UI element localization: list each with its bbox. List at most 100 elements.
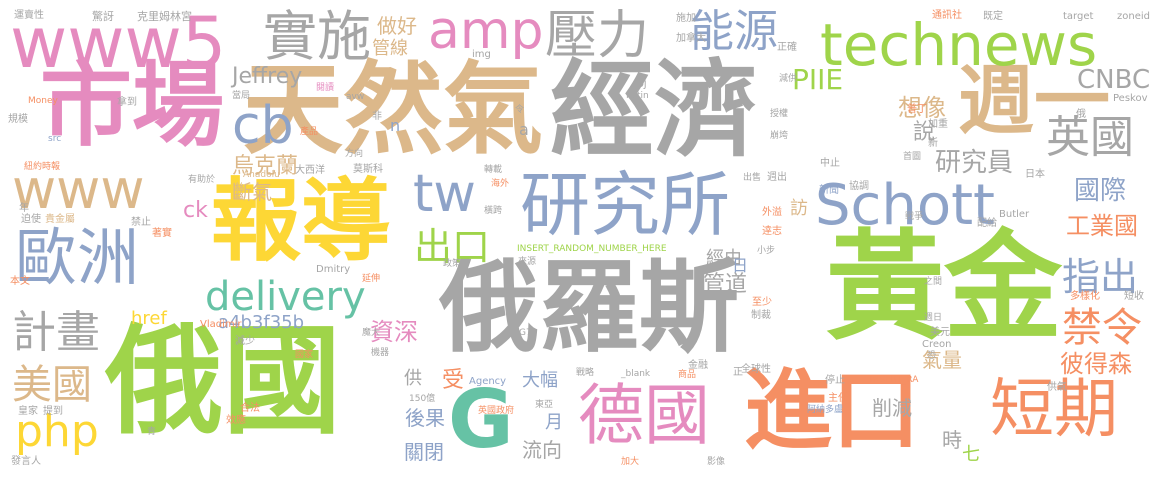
cloud-word: 削減 — [872, 396, 912, 420]
cloud-word: 減供 — [779, 74, 798, 84]
cloud-word: 恐 — [927, 351, 937, 361]
cloud-word: 加拿大 — [676, 33, 706, 44]
cloud-word: 外溢 — [762, 207, 782, 218]
cloud-word: 延伸 — [362, 274, 381, 284]
cloud-word: 研究所 — [520, 164, 730, 246]
cloud-word: 管線 — [372, 38, 408, 59]
cloud-word: 計畫 — [12, 307, 100, 358]
cloud-word: avw — [346, 92, 365, 102]
cloud-word: 研究員 — [935, 148, 1014, 178]
cloud-word: Creon — [922, 339, 952, 350]
cloud-word: 供氣 — [1047, 382, 1067, 393]
cloud-word: INSERT_RA — [870, 375, 919, 385]
cloud-word: 禁止 — [131, 217, 151, 228]
cloud-word: 制裁 — [751, 310, 771, 321]
cloud-word: 彼得森 — [1060, 350, 1132, 378]
cloud-word: 新聞 — [819, 185, 839, 196]
cloud-word: 東亞 — [535, 400, 554, 410]
cloud-word: 短收 — [1124, 291, 1144, 302]
cloud-word: a — [519, 120, 529, 139]
cloud-word: 至少 — [752, 297, 772, 308]
cloud-word: 能源 — [690, 6, 778, 57]
cloud-word: 逹志 — [762, 226, 782, 237]
cloud-word: tw — [413, 164, 476, 224]
cloud-word: 政策 — [443, 259, 462, 269]
cloud-word: PIIE — [792, 63, 844, 96]
cloud-word: 發言人 — [11, 456, 41, 467]
cloud-word: 主任 — [828, 393, 848, 404]
cloud-word: 驚訝 — [92, 10, 114, 23]
cloud-word: 皇家 — [18, 406, 38, 417]
cloud-word: 日 — [732, 256, 749, 275]
cloud-word: technews — [820, 11, 1098, 79]
cloud-word: 魔大 — [362, 328, 381, 338]
cloud-word: Jeffrey — [232, 64, 303, 89]
cloud-word: 英國 — [1046, 112, 1134, 163]
cloud-word: 管道 — [703, 272, 748, 297]
cloud-word: 供 — [404, 368, 422, 389]
cloud-word: 加大 — [621, 457, 640, 467]
cloud-word: 效應 — [226, 415, 246, 426]
cloud-word: 週出 — [767, 172, 787, 183]
cloud-word: DJ — [637, 80, 647, 90]
cloud-word: 七 — [962, 444, 980, 465]
cloud-word: Agency — [469, 376, 507, 387]
cloud-word: 時 — [942, 428, 962, 452]
cloud-word: 受 — [442, 368, 465, 393]
cloud-word: 當局 — [232, 91, 251, 101]
cloud-word: 美元 — [930, 327, 950, 338]
cloud-word: 做好 — [377, 14, 417, 38]
cloud-word: 本文 — [10, 276, 30, 287]
cloud-word: 訪 — [790, 198, 808, 219]
cloud-word: Dmitry — [316, 264, 351, 275]
cloud-word: 戰爭 — [905, 212, 924, 222]
cloud-word: 貴金屬 — [45, 214, 75, 225]
cloud-word: zoneid — [1117, 11, 1150, 22]
cloud-word: 禁令 — [1062, 305, 1142, 351]
cloud-word: 迫使 — [21, 214, 41, 225]
cloud-word: 閱讀 — [316, 83, 335, 93]
cloud-word: 大幅 — [522, 370, 558, 391]
cloud-word: CNBC — [1077, 65, 1151, 95]
cloud-word: 通訊社 — [932, 10, 962, 21]
cloud-word: 大西洋 — [295, 165, 325, 176]
cloud-word: 國家 — [295, 350, 314, 360]
cloud-word: 工業國 — [1066, 212, 1138, 240]
cloud-word: 產品 — [300, 127, 319, 137]
cloud-word: 150億 — [409, 394, 436, 404]
cloud-word: 合法 — [240, 403, 260, 414]
cloud-word: 著實 — [152, 228, 172, 239]
cloud-word: 影像 — [707, 457, 726, 467]
cloud-word: 戰略 — [576, 368, 595, 378]
cloud-word: href — [131, 308, 167, 329]
cloud-word: ck — [183, 198, 208, 223]
cloud-word: Schott — [815, 173, 996, 238]
cloud-word: 全球性 — [741, 364, 771, 375]
cloud-word: 實施 — [263, 5, 371, 68]
cloud-word: INSERT_RANDOM_NUMBER_HERE — [517, 244, 667, 254]
cloud-word: 拿到 — [117, 97, 137, 108]
cloud-word: 規模 — [8, 114, 28, 125]
cloud-word: Anadolu — [243, 170, 280, 180]
cloud-word: 年 — [19, 203, 29, 214]
cloud-word: 德國 — [578, 377, 710, 454]
cloud-word: 流向 — [522, 438, 562, 462]
cloud-word: 金融 — [688, 360, 708, 371]
cloud-word: 紐約時報 — [24, 162, 61, 172]
cloud-word: 協調 — [849, 181, 869, 192]
cloud-word: 停止 — [825, 375, 845, 386]
cloud-word: Vladimir — [200, 319, 242, 330]
cloud-word: 中止 — [820, 158, 840, 169]
cloud-word: delivery — [205, 274, 366, 320]
cloud-word: 施加 — [676, 13, 696, 24]
cloud-word: 後果 — [405, 406, 445, 430]
cloud-word: 運賣性 — [14, 10, 44, 21]
cloud-word: target — [1063, 11, 1094, 22]
cloud-word: 英國政府 — [478, 406, 515, 416]
cloud-word: 轉載 — [484, 165, 503, 175]
cloud-word: 崩垮 — [770, 131, 789, 141]
cloud-word: 關閉 — [404, 440, 444, 464]
cloud-word: 正 — [733, 367, 743, 378]
cloud-word: Money — [28, 96, 58, 106]
cloud-word: 有助於 — [188, 175, 216, 185]
